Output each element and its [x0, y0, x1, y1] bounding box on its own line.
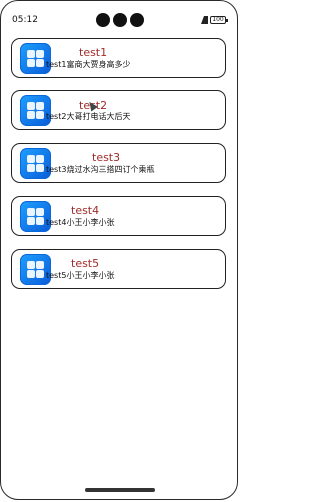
item-description: test2大哥打电话大后天 — [46, 112, 131, 121]
battery-icon: 100 — [210, 16, 228, 24]
list-item[interactable]: test5 test5小王小李小张 — [11, 249, 226, 289]
phone-screen: 05:12 100 test1 test1富商大贾身高多少 test2 test… — [0, 0, 240, 502]
camera-dot-icon — [113, 13, 127, 27]
item-description: test3烧过水沟三搭四订个乘瓶 — [46, 165, 155, 174]
camera-dot-icon — [96, 13, 110, 27]
list-item[interactable]: test2 test2大哥打电话大后天 — [11, 90, 226, 130]
list-item[interactable]: test1 test1富商大贾身高多少 — [11, 38, 226, 78]
item-title: test5 — [71, 257, 100, 270]
item-description: test4小王小李小张 — [46, 218, 115, 227]
list-item[interactable]: test4 test4小王小李小张 — [11, 196, 226, 236]
home-indicator[interactable] — [85, 488, 155, 492]
item-title: test3 — [92, 151, 121, 164]
status-icons: 100 — [201, 16, 228, 24]
list-item[interactable]: test3 test3烧过水沟三搭四订个乘瓶 — [11, 143, 226, 183]
status-time: 05:12 — [12, 15, 38, 25]
item-title: test1 — [79, 46, 108, 59]
camera-dot-icon — [130, 13, 144, 27]
signal-icon — [201, 16, 208, 24]
item-description: test1富商大贾身高多少 — [46, 60, 131, 69]
item-description: test5小王小李小张 — [46, 271, 115, 280]
item-title: test4 — [71, 204, 100, 217]
status-bar: 05:12 100 — [0, 10, 240, 30]
